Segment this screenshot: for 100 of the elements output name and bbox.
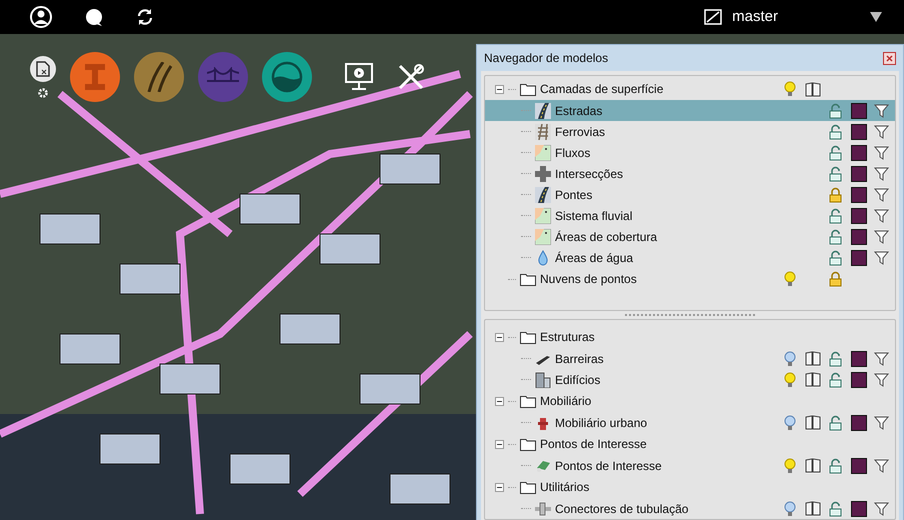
- user-icon[interactable]: [30, 6, 52, 28]
- layer-label[interactable]: Estradas: [555, 102, 602, 120]
- padlock-icon[interactable]: [829, 350, 842, 366]
- color-swatch[interactable]: [850, 350, 866, 366]
- light-bulb-icon[interactable]: [784, 81, 796, 97]
- group-label[interactable]: Camadas de superfície: [540, 80, 664, 98]
- padlock-icon[interactable]: [829, 124, 842, 140]
- light-bulb-icon[interactable]: [784, 414, 796, 430]
- filter-icon[interactable]: [874, 230, 889, 244]
- layer-row[interactable]: Sistema fluvial: [485, 205, 895, 226]
- presentation-screen-icon[interactable]: [344, 62, 374, 92]
- color-swatch[interactable]: [850, 166, 866, 182]
- collapse-toggle-icon[interactable]: [495, 440, 504, 448]
- padlock-icon[interactable]: [829, 414, 842, 430]
- layer-row[interactable]: Ferrovias: [485, 121, 895, 142]
- padlock-icon[interactable]: [829, 500, 842, 516]
- collapse-toggle-icon[interactable]: [495, 84, 504, 94]
- padlock-icon[interactable]: [829, 166, 842, 182]
- light-bulb-icon[interactable]: [784, 458, 796, 474]
- book-icon[interactable]: [804, 82, 820, 96]
- color-swatch[interactable]: [850, 102, 866, 118]
- filter-icon[interactable]: [874, 166, 889, 180]
- layer-row[interactable]: Áreas de cobertura: [485, 226, 895, 247]
- layer-label[interactable]: Conectores de tubulação: [555, 500, 688, 518]
- layer-label[interactable]: Pontos de Interesse: [555, 456, 662, 474]
- layer-label[interactable]: Ferrovias: [555, 122, 606, 140]
- filter-icon[interactable]: [874, 124, 889, 138]
- filter-icon[interactable]: [874, 372, 889, 386]
- group-label[interactable]: Mobiliário: [540, 392, 592, 410]
- layer-row[interactable]: Fluxos: [485, 142, 895, 163]
- layer-label[interactable]: Sistema fluvial: [555, 206, 632, 224]
- layer-row[interactable]: Barreiras: [485, 348, 895, 369]
- light-bulb-icon[interactable]: [784, 500, 796, 516]
- group-label[interactable]: Utilitários: [540, 478, 590, 496]
- layer-row[interactable]: Áreas de água: [485, 247, 895, 268]
- light-bulb-icon[interactable]: [784, 271, 796, 287]
- color-swatch[interactable]: [850, 500, 866, 516]
- filter-icon[interactable]: [874, 146, 889, 160]
- padlock-icon[interactable]: [829, 144, 842, 160]
- book-icon[interactable]: [804, 501, 820, 516]
- layer-row[interactable]: Edifícios: [485, 369, 895, 390]
- layer-row[interactable]: Pontes: [485, 184, 895, 205]
- layer-row[interactable]: Estradas: [485, 100, 895, 121]
- color-swatch[interactable]: [850, 144, 866, 160]
- padlock-icon[interactable]: [829, 208, 842, 224]
- layer-row[interactable]: Pontos de Interesse: [485, 455, 895, 476]
- collapse-toggle-icon[interactable]: [495, 482, 504, 492]
- padlock-icon[interactable]: [829, 186, 842, 202]
- layer-row[interactable]: Intersecções: [485, 163, 895, 184]
- filter-icon[interactable]: [874, 458, 889, 472]
- color-swatch[interactable]: [850, 208, 866, 224]
- folder-icon: [520, 438, 536, 450]
- layer-label[interactable]: Fluxos: [555, 144, 590, 162]
- light-bulb-icon[interactable]: [784, 350, 796, 366]
- branch-name[interactable]: master: [732, 6, 778, 28]
- layer-label[interactable]: Áreas de cobertura: [555, 228, 658, 246]
- layer-label[interactable]: Barreiras: [555, 350, 604, 368]
- layer-label[interactable]: Pontes: [555, 186, 592, 204]
- color-swatch[interactable]: [850, 124, 866, 140]
- book-icon[interactable]: [804, 415, 820, 430]
- splitter-handle[interactable]: [625, 314, 755, 316]
- close-button[interactable]: [883, 52, 896, 64]
- group-label[interactable]: Estruturas: [540, 328, 595, 346]
- color-swatch[interactable]: [850, 372, 866, 388]
- layer-label[interactable]: Áreas de água: [555, 248, 634, 266]
- layer-label[interactable]: Mobiliário urbano: [555, 414, 648, 432]
- padlock-icon[interactable]: [829, 458, 842, 474]
- book-icon[interactable]: [804, 458, 820, 473]
- color-swatch[interactable]: [850, 414, 866, 430]
- filter-icon[interactable]: [874, 188, 889, 202]
- group-label[interactable]: Pontos de Interesse: [540, 435, 647, 453]
- settings-icon[interactable]: [38, 88, 48, 98]
- filter-icon[interactable]: [874, 502, 889, 516]
- padlock-icon[interactable]: [829, 102, 842, 118]
- group-label[interactable]: Nuvens de pontos: [540, 270, 637, 288]
- padlock-icon[interactable]: [829, 250, 842, 266]
- collapse-toggle-icon[interactable]: [495, 332, 504, 342]
- color-swatch[interactable]: [850, 228, 866, 244]
- filter-icon[interactable]: [874, 208, 889, 222]
- filter-icon[interactable]: [874, 104, 889, 118]
- collapse-toggle-icon[interactable]: [495, 396, 504, 406]
- color-swatch[interactable]: [850, 250, 866, 266]
- layer-label[interactable]: Edifícios: [555, 370, 600, 388]
- light-bulb-icon[interactable]: [784, 372, 796, 388]
- color-swatch[interactable]: [850, 186, 866, 202]
- layer-label[interactable]: Intersecções: [555, 164, 624, 182]
- filter-icon[interactable]: [874, 250, 889, 264]
- color-swatch[interactable]: [850, 458, 866, 474]
- book-icon[interactable]: [804, 372, 820, 387]
- sync-icon[interactable]: [136, 8, 154, 26]
- layer-row[interactable]: Conectores de tubulação: [485, 498, 895, 519]
- book-icon[interactable]: [804, 351, 820, 366]
- padlock-icon[interactable]: [829, 372, 842, 388]
- layer-row[interactable]: Mobiliário urbano: [485, 412, 895, 433]
- padlock-icon[interactable]: [829, 271, 842, 287]
- padlock-icon[interactable]: [829, 228, 842, 244]
- dropdown-caret-icon[interactable]: [870, 12, 882, 22]
- filter-icon[interactable]: [874, 352, 889, 366]
- chat-bubble-icon[interactable]: [84, 7, 104, 27]
- tools-icon[interactable]: [396, 62, 426, 92]
